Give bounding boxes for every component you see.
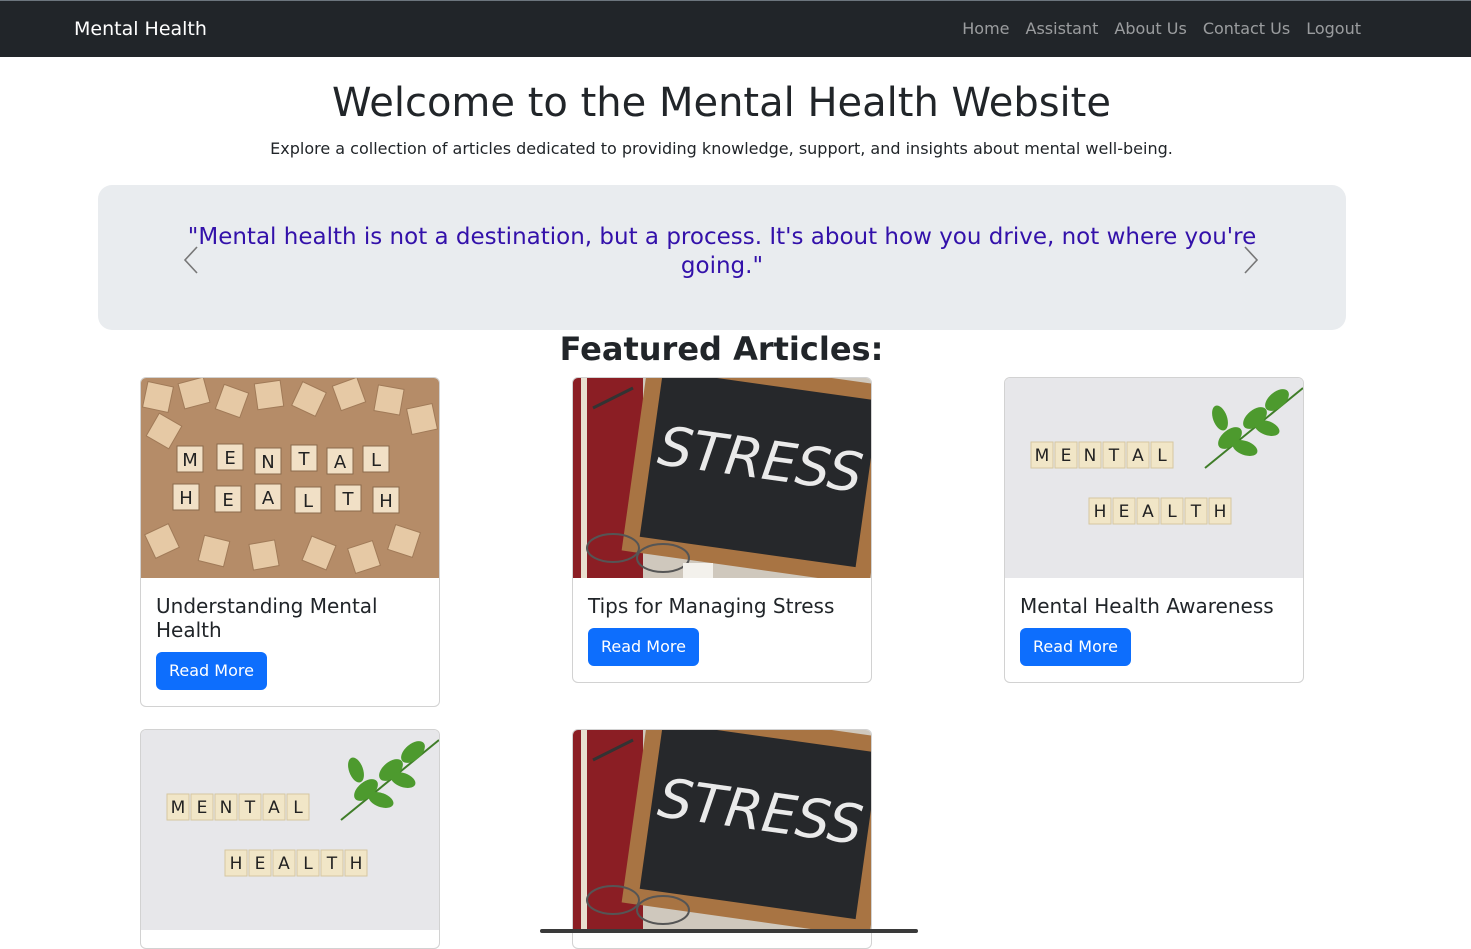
svg-text:A: A — [1132, 446, 1144, 466]
svg-text:L: L — [1157, 446, 1167, 466]
svg-text:A: A — [1142, 502, 1154, 522]
navbar: Mental Health Home Assistant About Us Co… — [0, 0, 1471, 57]
tiles-leaf-image: MEN TAL HEA LTH — [141, 730, 439, 930]
svg-text:L: L — [371, 450, 381, 471]
article-card: STRESS Tips for Managing Stress Read Mor… — [572, 377, 872, 683]
svg-text:T: T — [342, 489, 355, 510]
svg-text:L: L — [293, 798, 303, 818]
svg-text:H: H — [179, 488, 193, 509]
svg-text:H: H — [350, 854, 363, 874]
svg-text:E: E — [224, 448, 235, 469]
nav-link-home[interactable]: Home — [962, 19, 1009, 38]
svg-text:M: M — [1035, 446, 1050, 466]
horizontal-scrollbar[interactable] — [540, 929, 918, 933]
nav-link-logout[interactable]: Logout — [1306, 19, 1361, 38]
svg-text:T: T — [326, 854, 338, 874]
svg-text:E: E — [197, 798, 208, 818]
svg-text:H: H — [379, 491, 393, 512]
page-subtitle: Explore a collection of articles dedicat… — [270, 139, 1173, 158]
svg-text:N: N — [220, 798, 233, 818]
article-card: STRESS — [572, 729, 872, 949]
tiles-leaf-image: MEN TAL HEA LTH — [1005, 378, 1303, 578]
svg-text:E: E — [1061, 446, 1072, 466]
brand-logo[interactable]: Mental Health — [74, 18, 207, 40]
read-more-button[interactable]: Read More — [588, 628, 699, 666]
svg-text:L: L — [303, 491, 313, 512]
svg-text:N: N — [261, 452, 274, 473]
svg-text:E: E — [255, 854, 266, 874]
carousel-prev-button[interactable] — [183, 245, 199, 275]
svg-text:L: L — [1167, 502, 1177, 522]
carousel-next-button[interactable] — [1243, 245, 1259, 275]
svg-text:A: A — [268, 798, 280, 818]
svg-text:A: A — [262, 488, 275, 509]
nav-link-about-us[interactable]: About Us — [1114, 19, 1186, 38]
article-card: MEN TAL HEA LTH — [140, 729, 440, 949]
chevron-right-icon — [1244, 246, 1259, 274]
article-title: Tips for Managing Stress — [588, 594, 835, 618]
svg-text:T: T — [244, 798, 256, 818]
scrabble-tiles-image: MEN TAL HEA LTH — [141, 378, 439, 578]
svg-text:A: A — [334, 452, 347, 473]
quote-carousel: "Mental health is not a destination, but… — [98, 185, 1346, 330]
read-more-button[interactable]: Read More — [156, 652, 267, 690]
svg-text:H: H — [1094, 502, 1107, 522]
read-more-button[interactable]: Read More — [1020, 628, 1131, 666]
article-title: Mental Health Awareness — [1020, 594, 1274, 618]
nav-links: Home Assistant About Us Contact Us Logou… — [962, 19, 1361, 38]
svg-text:T: T — [1108, 446, 1120, 466]
svg-text:H: H — [230, 854, 243, 874]
svg-text:T: T — [298, 449, 311, 470]
page-title: Welcome to the Mental Health Website — [332, 80, 1111, 126]
svg-text:A: A — [278, 854, 290, 874]
article-card: MEN TAL HEA LTH Understanding Mental Hea… — [140, 377, 440, 707]
chalkboard-stress-image: STRESS — [573, 730, 871, 930]
chevron-left-icon — [183, 246, 198, 274]
svg-text:M: M — [171, 798, 186, 818]
svg-text:E: E — [1119, 502, 1130, 522]
svg-text:M: M — [182, 450, 198, 471]
chalkboard-stress-image: STRESS — [573, 378, 871, 578]
carousel-quote: "Mental health is not a destination, but… — [187, 224, 1257, 279]
svg-text:E: E — [222, 490, 233, 511]
svg-text:L: L — [303, 854, 313, 874]
nav-link-contact-us[interactable]: Contact Us — [1203, 19, 1290, 38]
nav-link-assistant[interactable]: Assistant — [1026, 19, 1099, 38]
svg-text:N: N — [1084, 446, 1097, 466]
article-title: Understanding Mental Health — [156, 594, 378, 642]
svg-text:T: T — [1190, 502, 1202, 522]
article-card: MEN TAL HEA LTH Mental Health Awareness … — [1004, 377, 1304, 683]
featured-heading: Featured Articles: — [559, 330, 884, 368]
svg-text:H: H — [1214, 502, 1227, 522]
